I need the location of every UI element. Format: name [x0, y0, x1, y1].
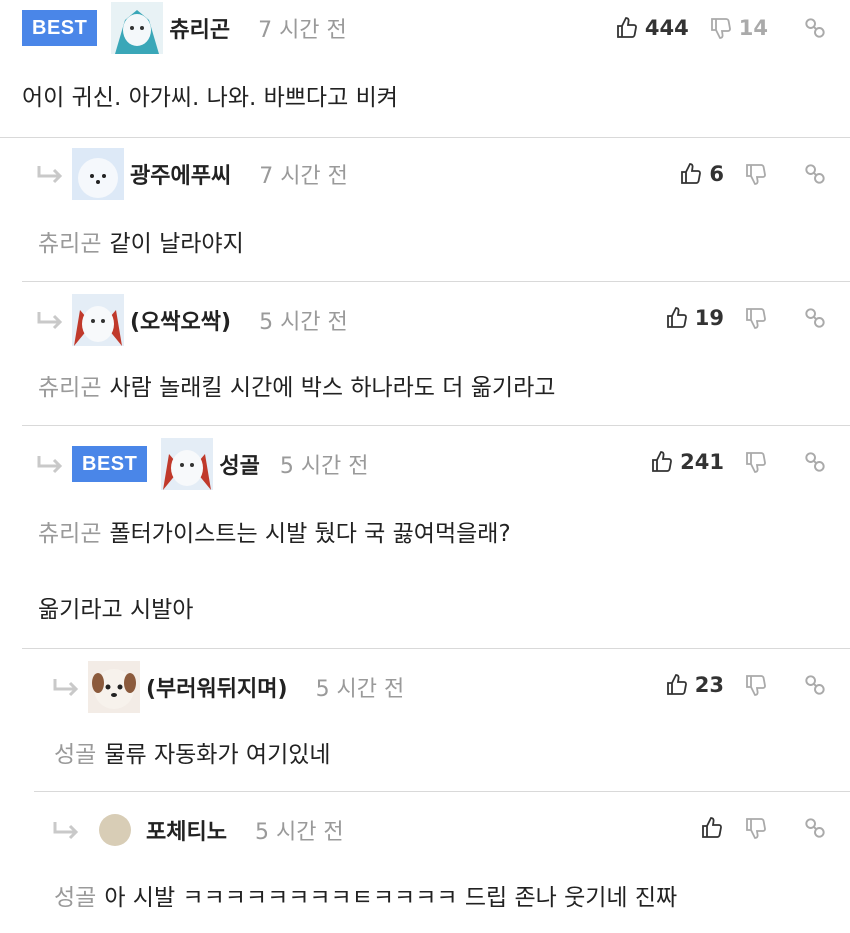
thumbs-down-icon — [746, 164, 766, 185]
thumbs-down-icon — [746, 818, 766, 839]
timestamp: 7 시간 전 — [259, 164, 348, 189]
thumbs-up-icon — [666, 674, 687, 695]
dislike-button[interactable] — [744, 306, 768, 330]
comment-line: 물류 자동화가 여기있네 — [104, 742, 331, 768]
comment-line: 옮기라고 시발아 — [38, 597, 194, 623]
comment-line: 아 시발 ㅋㅋㅋㅋㅋㅋㅋㅋㅌㅋㅋㅋㅋ 드립 존나 웃기네 진짜 — [104, 885, 678, 911]
mention[interactable]: 성골 — [54, 885, 96, 911]
user-avatar[interactable] — [72, 148, 124, 200]
like-count: 6 — [709, 162, 724, 186]
thumbs-down-icon — [746, 308, 766, 329]
user-avatar[interactable] — [111, 2, 164, 54]
dislike-button[interactable] — [744, 162, 768, 186]
comment-line: 사람 놀래킬 시간에 박스 하나라도 더 옮기라고 — [109, 375, 556, 401]
comment-text: 성골 아 시발 ㅋㅋㅋㅋㅋㅋㅋㅋㅌㅋㅋㅋㅋ 드립 존나 웃기네 진짜 — [54, 878, 677, 912]
thumbs-up-icon — [681, 163, 702, 184]
reply-item: (오싹오싹) 5 시간 전 19 츄리곤 사람 놀래킬 시간에 박스 하나라도 더… — [22, 282, 850, 426]
reply-item: (부러워뒤지며) 5 시간 전 23 성골 물류 자동화가 여기있네 — [34, 649, 850, 792]
comment-item: BEST 츄리곤 7 시간 전 444 14 어이 귀신. 아가씨. 나와. 바… — [0, 0, 850, 138]
timestamp: 5 시간 전 — [279, 454, 369, 479]
reply-item: 포체티노 5 시간 전 성골 아 시발 ㅋㅋㅋㅋㅋㅋㅋㅋㅌㅋㅋㅋㅋ 드립 존나 웃… — [34, 792, 850, 933]
timestamp: 5 시간 전 — [315, 677, 405, 702]
comment-line: 폴터가이스트는 시발 뒀다 국 끓여먹을래? — [109, 521, 511, 547]
user-avatar[interactable] — [98, 813, 132, 847]
comment-text-line-2: 옮기라고 시발아 — [38, 590, 193, 624]
like-count: 23 — [694, 673, 724, 697]
dislike-button[interactable] — [744, 450, 768, 474]
dislike-button[interactable] — [744, 673, 768, 697]
reply-arrow-icon — [37, 166, 63, 184]
like-button[interactable]: 23 — [665, 673, 724, 697]
user-avatar[interactable] — [161, 438, 214, 490]
like-button[interactable] — [700, 816, 724, 840]
like-button[interactable]: 6 — [679, 162, 724, 186]
comment-line: 같이 날라야지 — [109, 231, 244, 257]
username[interactable]: 츄리곤 — [169, 12, 230, 44]
comment-text: 츄리곤 폴터가이스트는 시발 뒀다 국 끓여먹을래? — [38, 514, 511, 548]
best-badge: BEST — [72, 446, 148, 482]
timestamp: 7 시간 전 — [258, 18, 347, 43]
dislike-count: 14 — [738, 16, 768, 40]
thumbs-up-icon — [652, 451, 673, 472]
like-count: 241 — [680, 450, 724, 474]
timestamp: 5 시간 전 — [259, 310, 348, 335]
like-count: 19 — [694, 306, 724, 330]
mention[interactable]: 츄리곤 — [38, 521, 101, 547]
share-link-icon[interactable] — [802, 305, 828, 331]
reply-arrow-icon — [37, 312, 63, 330]
thumbs-down-icon — [746, 675, 766, 696]
reply-arrow-icon — [37, 456, 63, 474]
dislike-button[interactable] — [744, 816, 768, 840]
share-link-icon[interactable] — [802, 15, 828, 41]
dislike-button[interactable]: 14 — [709, 16, 768, 40]
username[interactable]: (부러워뒤지며) — [146, 671, 288, 703]
comment-line: 어이 귀신. 아가씨. 나와. 바쁘다고 비켜 — [22, 85, 398, 111]
thumbs-up-icon — [702, 817, 722, 838]
reply-item: BEST 성골 5 시간 전 241 츄리곤 폴터가이스트는 시발 뒀다 국 끓여… — [22, 426, 850, 649]
thumbs-down-icon — [710, 18, 731, 39]
comment-text: 성골 물류 자동화가 여기있네 — [54, 735, 331, 769]
mention[interactable]: 성골 — [54, 742, 96, 768]
like-button[interactable]: 241 — [650, 450, 724, 474]
like-button[interactable]: 444 — [615, 16, 689, 40]
comment-text: 츄리곤 사람 놀래킬 시간에 박스 하나라도 더 옮기라고 — [38, 368, 555, 402]
share-link-icon[interactable] — [802, 449, 828, 475]
comment-text: 어이 귀신. 아가씨. 나와. 바쁘다고 비켜 — [22, 78, 398, 112]
thumbs-up-icon — [666, 307, 687, 328]
user-avatar[interactable] — [88, 661, 140, 713]
mention[interactable]: 츄리곤 — [38, 375, 101, 401]
share-link-icon[interactable] — [802, 161, 828, 187]
share-link-icon[interactable] — [802, 815, 828, 841]
share-link-icon[interactable] — [802, 672, 828, 698]
username[interactable]: 포체티노 — [146, 814, 227, 846]
username[interactable]: (오싹오싹) — [130, 304, 231, 336]
like-count: 444 — [644, 16, 689, 40]
best-badge: BEST — [22, 10, 98, 46]
username[interactable]: 성골 — [219, 448, 259, 480]
mention[interactable]: 츄리곤 — [38, 231, 101, 257]
reply-arrow-icon — [53, 679, 79, 697]
username[interactable]: 광주에푸씨 — [130, 158, 231, 190]
like-button[interactable]: 19 — [665, 306, 724, 330]
thumbs-down-icon — [746, 452, 766, 473]
timestamp: 5 시간 전 — [254, 820, 344, 845]
comment-text: 츄리곤 같이 날라야지 — [38, 224, 244, 258]
thumbs-up-icon — [617, 17, 637, 38]
user-avatar[interactable] — [72, 294, 124, 346]
reply-arrow-icon — [53, 822, 79, 840]
reply-item: 광주에푸씨 7 시간 전 6 츄리곤 같이 날라야지 — [22, 138, 850, 282]
